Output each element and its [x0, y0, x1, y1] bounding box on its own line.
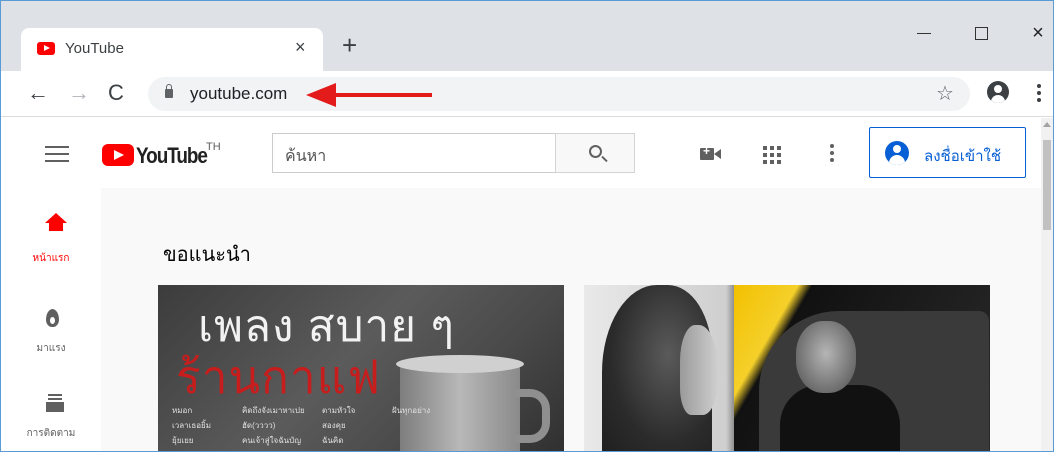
- tab-title: YouTube: [65, 40, 124, 57]
- browser-window: YouTube × + × ← → C youtube.com ☆ YouTub…: [0, 0, 1054, 452]
- home-icon: [45, 213, 67, 233]
- woman-face-image: [680, 325, 718, 415]
- tab-strip: YouTube × + ×: [1, 1, 1053, 71]
- browser-toolbar: ← → C youtube.com: [1, 71, 1053, 117]
- man-head-image: [796, 321, 856, 393]
- scroll-up-arrow-icon[interactable]: [1043, 122, 1051, 127]
- reload-icon[interactable]: C: [108, 80, 124, 106]
- song-item: คิดถึงจังเมาหาเปย: [242, 406, 305, 415]
- song-item: ตามหัวใจ: [322, 406, 356, 415]
- song-item: เวลาเธอยิ้ม: [172, 421, 212, 430]
- search-icon: [589, 145, 602, 158]
- country-code: TH: [206, 141, 221, 153]
- song-item: ยุ้ยเยย: [172, 436, 194, 445]
- window-close-button[interactable]: ×: [1023, 21, 1053, 45]
- signin-label: ลงชื่อเข้าใช้: [924, 148, 1002, 165]
- tab-youtube[interactable]: YouTube ×: [21, 28, 323, 71]
- sidebar-item-label: หน้าแรก: [32, 253, 70, 264]
- search-input[interactable]: ค้นหา: [272, 133, 555, 173]
- annotation-arrow-icon: [306, 83, 432, 107]
- new-tab-button[interactable]: +: [342, 32, 357, 58]
- search-button[interactable]: [555, 133, 635, 173]
- song-item: ฮัด(วววว): [242, 421, 276, 430]
- page-scrollbar[interactable]: [1041, 118, 1053, 451]
- window-maximize-button[interactable]: [966, 21, 996, 45]
- youtube-logo-icon[interactable]: [102, 144, 134, 166]
- youtube-favicon-icon: [37, 42, 55, 55]
- bookmark-star-icon[interactable]: ☆: [936, 81, 954, 106]
- hamburger-menu-icon[interactable]: [45, 146, 69, 162]
- sidebar-item-home[interactable]: หน้าแรก: [1, 213, 101, 293]
- create-video-icon[interactable]: [700, 144, 721, 160]
- section-title: ขอแนะนำ: [163, 244, 251, 266]
- song-item: สองคุย: [322, 421, 346, 430]
- profile-avatar-icon[interactable]: [987, 81, 1009, 103]
- flame-icon: [46, 309, 59, 327]
- more-options-icon[interactable]: [830, 144, 834, 165]
- lock-icon[interactable]: [165, 84, 173, 98]
- song-item: หมอก: [172, 406, 193, 415]
- masthead: YouTube TH ค้นหา ลงชื่อเข้าใช้: [1, 118, 1041, 188]
- signin-button[interactable]: ลงชื่อเข้าใช้: [869, 127, 1026, 178]
- youtube-wordmark[interactable]: YouTube: [136, 143, 208, 169]
- sidebar-item-subscriptions[interactable]: การติดตาม: [1, 388, 101, 451]
- song-item: คนเจ้าสู่ใจฉันบัญ: [242, 436, 302, 445]
- subscriptions-icon: [46, 394, 64, 412]
- man-body-image: [780, 385, 900, 451]
- back-arrow-icon[interactable]: ←: [27, 80, 49, 106]
- arrow-head: [306, 83, 336, 107]
- guide-sidebar: หน้าแรก มาแรง การติดตาม: [1, 188, 101, 451]
- search-placeholder: ค้นหา: [285, 148, 327, 165]
- sidebar-item-label: มาแรง: [36, 343, 66, 354]
- apps-grid-icon[interactable]: [763, 146, 781, 164]
- video-thumbnail[interactable]: [584, 285, 990, 451]
- sidebar-item-label: การติดตาม: [26, 428, 76, 439]
- scrollbar-thumb[interactable]: [1043, 140, 1051, 230]
- tab-close-icon[interactable]: ×: [295, 37, 306, 58]
- video-thumbnail[interactable]: เพลง สบาย ๆ ร้านกาแฟ หมอก คิดถึงจังเมาหา…: [158, 285, 564, 451]
- main-content: ขอแนะนำ เพลง สบาย ๆ ร้านกาแฟ หมอก คิดถึง…: [101, 188, 1041, 451]
- url-text[interactable]: youtube.com: [190, 84, 287, 104]
- chrome-menu-icon[interactable]: [1037, 84, 1041, 105]
- sidebar-item-trending[interactable]: มาแรง: [1, 303, 101, 383]
- forward-arrow-icon[interactable]: →: [68, 80, 90, 106]
- account-circle-icon: [885, 141, 909, 165]
- address-bar[interactable]: youtube.com: [148, 77, 970, 111]
- song-item: ฉันคิด: [322, 436, 344, 445]
- song-item: ฝันทุกอย่าง: [392, 406, 431, 415]
- window-minimize-button[interactable]: [909, 21, 939, 45]
- youtube-page: YouTube TH ค้นหา ลงชื่อเข้าใช้ หน้าแรก: [1, 118, 1053, 451]
